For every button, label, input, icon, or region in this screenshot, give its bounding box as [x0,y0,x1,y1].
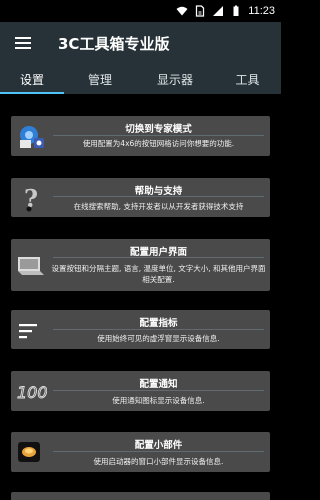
card-description: 使用启动器的窗口小部件显示设备信息. [93,457,224,466]
card-description: 使用通知图标显示设备信息. [112,396,205,405]
app-title: 3C工具箱专业版 [58,34,170,53]
tab-monitor[interactable]: 显示器 [136,64,214,94]
card-title: 配置指标 [139,318,178,329]
card-ui-config[interactable]: 配置用户界面 设置按钮和分隔主题, 语言, 温度单位, 文字大小, 和其他用户界… [11,239,270,291]
card-title: 配置小部件 [134,440,183,451]
divider [53,135,264,136]
card-next-partial[interactable] [11,492,270,500]
notification-icon: 100 [17,383,47,403]
card-title: 配置通知 [139,379,178,390]
expert-mode-icon [20,126,44,148]
tab-tools[interactable]: 工具 [214,64,281,94]
card-title: 配置用户界面 [129,247,187,258]
card-expert-mode[interactable]: 切换到专家模式 使用配置为4x6的按钮网格访问你想要的功能. [11,116,270,156]
ui-config-icon [18,257,44,275]
sim-signal-icon [196,5,205,17]
help-icon: ? [24,184,38,213]
status-bar: 11:23 [0,0,281,22]
tab-manage[interactable]: 管理 [64,64,136,94]
divider [53,196,264,197]
tab-bar: 设置 管理 显示器 工具 [0,64,281,94]
divider [53,451,264,452]
tab-settings[interactable]: 设置 [0,64,64,94]
indicator-icon [19,324,37,339]
hamburger-menu-icon[interactable] [0,22,46,64]
battery-icon [233,5,239,16]
card-description: 设置按钮和分隔主题, 语言, 温度单位, 文字大小, 和其他用户界面相关配置. [51,264,266,284]
card-title: 切换到专家模式 [125,124,192,135]
signal-icon [213,6,224,16]
divider [53,390,264,391]
widget-icon [18,442,40,462]
card-description: 使用始终可见的虚浮窗显示设备信息. [97,334,220,343]
card-description: 使用配置为4x6的按钮网格访问你想要的功能. [82,139,235,148]
card-indicator[interactable]: 配置指标 使用始终可见的虚浮窗显示设备信息. [11,310,270,349]
app-bar: 3C工具箱专业版 [0,22,281,64]
status-time: 11:23 [248,5,275,17]
card-help-support[interactable]: ? 帮助与支持 在线搜索帮助, 支持开发者以从开发者获得技术支持 [11,178,270,217]
card-widget[interactable]: 配置小部件 使用启动器的窗口小部件显示设备信息. [11,432,270,472]
card-description: 在线搜索帮助, 支持开发者以从开发者获得技术支持 [73,202,244,211]
divider [53,329,264,330]
svg-text:100: 100 [17,383,47,402]
divider [53,257,264,258]
card-notification[interactable]: 100 配置通知 使用通知图标显示设备信息. [11,371,270,411]
card-title: 帮助与支持 [134,186,183,197]
settings-list[interactable]: 切换到专家模式 使用配置为4x6的按钮网格访问你想要的功能. ? 帮助与支持 在… [0,94,281,500]
wifi-icon [176,6,188,16]
